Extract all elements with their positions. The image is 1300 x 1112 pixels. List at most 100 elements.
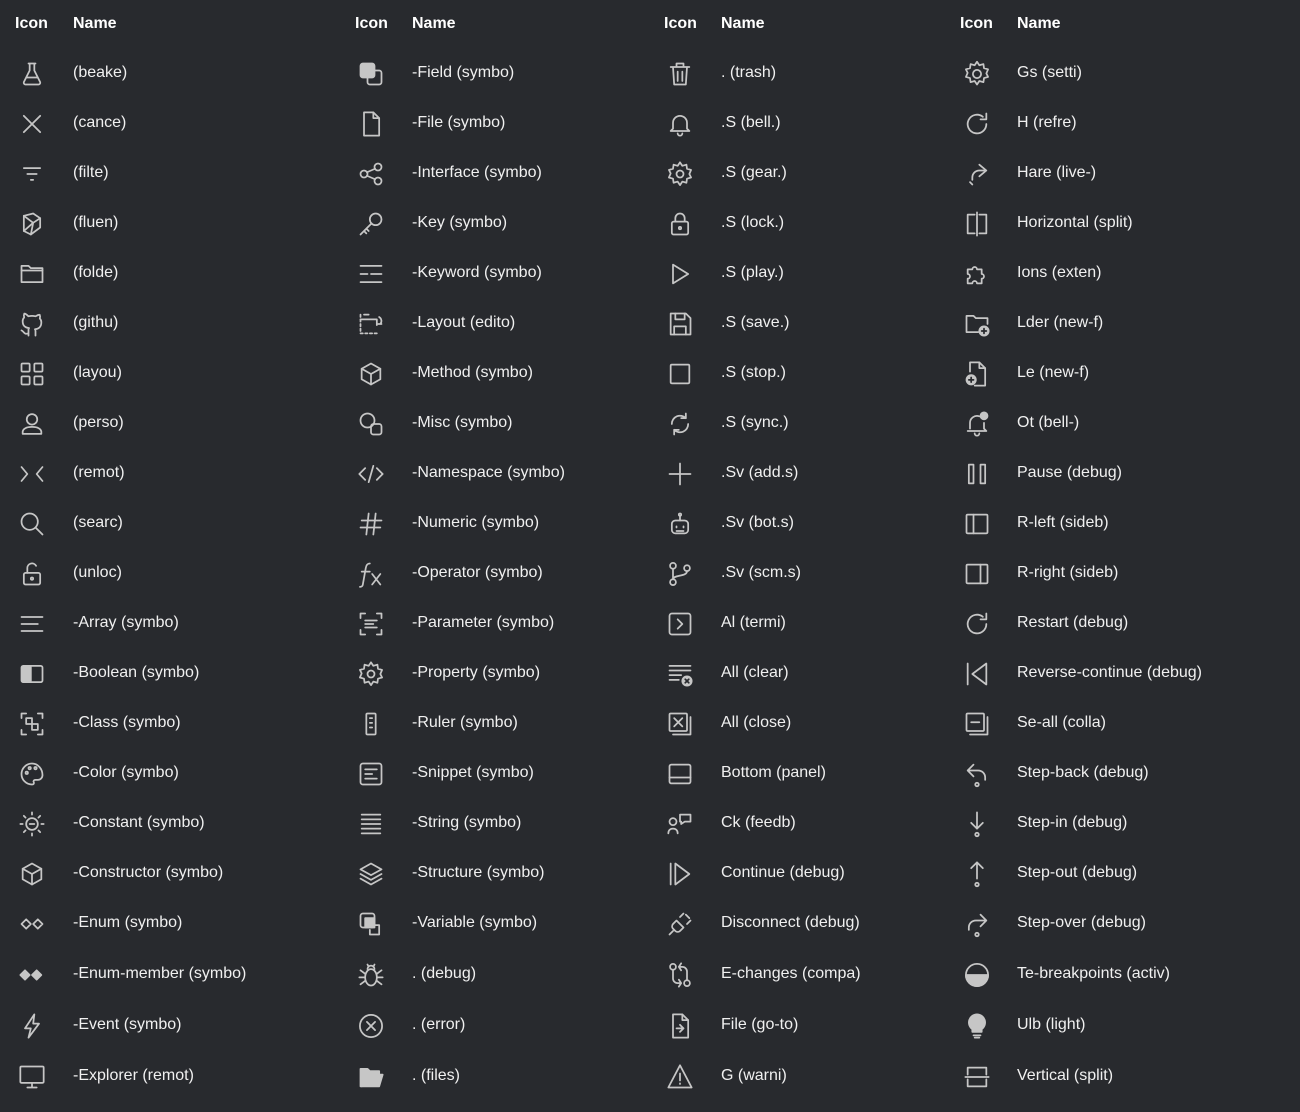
table-row: Te-breakpoints (activ) (0, 950, 1170, 1000)
table-row: Step-over (debug) (0, 899, 1146, 949)
icon-name-label: . (trash) (721, 64, 777, 81)
warning-icon (665, 1062, 695, 1092)
symbol-string-icon (356, 809, 386, 839)
table-row: Reverse-continue (debug) (0, 649, 1202, 699)
icon-name-label: Al (termi) (721, 614, 786, 631)
icon-name-label: .Sv (bot.s) (721, 514, 794, 531)
error-icon (356, 1011, 386, 1041)
column-header-name: Name (73, 15, 117, 32)
icon-name-label: -Variable (symbo) (412, 914, 538, 931)
files-icon (356, 1062, 386, 1092)
icon-name-label: Ot (bell-) (1017, 414, 1080, 431)
icon-name-label: -Key (symbo) (412, 214, 508, 231)
symbol-keyword-icon (356, 259, 386, 289)
go-to-file-icon (665, 1011, 695, 1041)
icon-name-label: Step-over (debug) (1017, 914, 1146, 931)
panel-bottom-icon (665, 759, 695, 789)
symbol-namespace-icon (356, 459, 386, 489)
icon-table: Icon Name (beake) (cance) (filte) (fluen) (fol… (0, 0, 1300, 1112)
icon-name-label: Step-in (debug) (1017, 814, 1128, 831)
column-header-icon: Icon (664, 15, 697, 32)
icon-name-label: All (close) (721, 714, 792, 731)
icon-name-label: -Parameter (symbo) (412, 614, 555, 631)
lock-icon (665, 209, 695, 239)
icon-name-label: . (debug) (412, 965, 477, 982)
symbol-field-icon (356, 59, 386, 89)
table-row: Ot (bell-) (0, 399, 1079, 449)
icon-name-label: Se-all (colla) (1017, 714, 1106, 731)
table-row: Lder (new-f) (0, 299, 1103, 349)
table-row: R-left (sideb) (0, 499, 1109, 549)
column-header-name: Name (1017, 15, 1061, 32)
table-row: Step-back (debug) (0, 749, 1149, 799)
icon-name-label: Reverse-continue (debug) (1017, 664, 1202, 681)
icon-name-label: -Field (symbo) (412, 64, 515, 81)
icon-name-label: -File (symbo) (412, 114, 506, 131)
sync-icon (665, 409, 695, 439)
debug-disconnect-icon (665, 909, 695, 939)
table-row: Restart (debug) (0, 599, 1128, 649)
table-row: R-right (sideb) (0, 549, 1118, 599)
icon-name-label: G (warni) (721, 1067, 787, 1084)
icon-name-label: Bottom (panel) (721, 764, 826, 781)
symbol-numeric-icon (356, 509, 386, 539)
debug-step-out-icon (962, 859, 992, 889)
column-header-name: Name (412, 15, 456, 32)
icon-name-label: .Sv (scm.s) (721, 564, 801, 581)
icon-name-label: -Interface (symbo) (412, 164, 542, 181)
live-share-icon (962, 159, 992, 189)
icon-name-label: -Structure (symbo) (412, 864, 545, 881)
table-row: Le (new-f) (0, 349, 1089, 399)
column-header-icon: Icon (960, 15, 993, 32)
icon-name-label: . (error) (412, 1016, 466, 1033)
icon-name-label: -Namespace (symbo) (412, 464, 565, 481)
split-vertical-icon (962, 1062, 992, 1092)
table-row: Pause (debug) (0, 449, 1122, 499)
icon-name-label: H (refre) (1017, 114, 1077, 131)
icon-name-label: E-changes (compa) (721, 965, 861, 982)
icon-name-label: Disconnect (debug) (721, 914, 860, 931)
icon-name-label: -Layout (edito) (412, 314, 516, 331)
extensions-icon (962, 259, 992, 289)
settings-gear-icon (962, 59, 992, 89)
symbol-operator-icon (356, 559, 386, 589)
icon-name-label: -String (symbo) (412, 814, 522, 831)
table-row: Ions (exten) (0, 249, 1101, 299)
debug-step-over-icon (962, 909, 992, 939)
icon-name-label: .Sv (add.s) (721, 464, 799, 481)
scm-icon (665, 559, 695, 589)
icon-name-label: Vertical (split) (1017, 1067, 1114, 1084)
icon-name-label: .S (gear.) (721, 164, 787, 181)
icon-name-label: Hare (live-) (1017, 164, 1097, 181)
icon-name-label: Ck (feedb) (721, 814, 796, 831)
debug-restart-icon (962, 609, 992, 639)
symbol-method-icon (356, 359, 386, 389)
debug-step-back-icon (962, 759, 992, 789)
edit-layout-icon (356, 309, 386, 339)
icon-name-label: Pause (debug) (1017, 464, 1122, 481)
symbol-ruler-icon (356, 709, 386, 739)
symbol-file-icon (356, 109, 386, 139)
icon-name-label: -Keyword (symbo) (412, 264, 542, 281)
icon-name-label: . (files) (412, 1067, 460, 1084)
icon-name-label: Restart (debug) (1017, 614, 1129, 631)
bot-icon (665, 509, 695, 539)
new-folder-icon (962, 309, 992, 339)
icon-name-label: .S (save.) (721, 314, 790, 331)
new-file-icon (962, 359, 992, 389)
icon-name-label: .S (bell.) (721, 114, 781, 131)
icon-name-label: Gs (setti) (1017, 64, 1082, 81)
icon-name-label: File (go-to) (721, 1016, 799, 1033)
table-row: Horizontal (split) (0, 199, 1133, 249)
clear-all-icon (665, 659, 695, 689)
icon-name-label: Continue (debug) (721, 864, 845, 881)
icon-name-label: .S (stop.) (721, 364, 786, 381)
column-header-name: Name (721, 15, 765, 32)
collapse-all-icon (962, 709, 992, 739)
icon-name-label: R-left (sideb) (1017, 514, 1109, 531)
gear-icon (665, 159, 695, 189)
icon-name-label: Step-back (debug) (1017, 764, 1149, 781)
terminal-icon (665, 609, 695, 639)
icon-name-label: R-right (sideb) (1017, 564, 1119, 581)
symbol-parameter-icon (356, 609, 386, 639)
